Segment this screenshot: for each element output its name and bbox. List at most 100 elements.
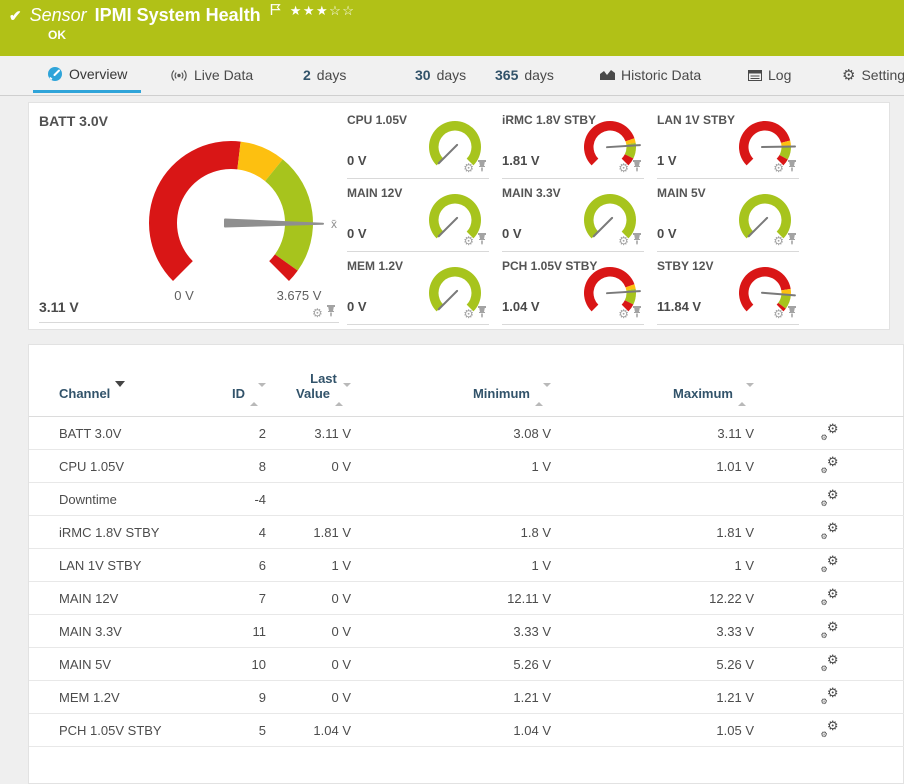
tab-log[interactable]: Log (734, 57, 805, 93)
sensor-status-badge: OK (48, 28, 904, 42)
channel-settings-icon[interactable]: ⚙⚙ (821, 424, 839, 440)
cell-settings: ⚙⚙ (754, 450, 904, 483)
tab-30-days[interactable]: 30days (401, 57, 480, 93)
gauge-needle (439, 291, 457, 309)
gear-icon: ⚙ (821, 697, 828, 706)
pin-icon[interactable] (326, 304, 336, 322)
chart-icon (600, 69, 615, 81)
gear-icon[interactable]: ⚙ (463, 235, 474, 247)
gear-icon[interactable]: ⚙ (618, 235, 629, 247)
gauge-title: CPU 1.05V (347, 113, 407, 127)
channel-settings-icon[interactable]: ⚙⚙ (821, 589, 839, 605)
table-row: iRMC 1.8V STBY41.81 V1.8 V1.81 V⚙⚙ (29, 516, 904, 549)
gauge-tile-main-5v: MAIN 5V0 V⚙ (657, 182, 799, 252)
gauge-scale-max: 3.675 V (267, 288, 331, 303)
gear-icon[interactable]: ⚙ (463, 308, 474, 320)
cell-id: 6 (189, 549, 266, 582)
cell-last-value: 1.81 V (266, 516, 351, 549)
column-header-maximum[interactable]: Maximum (551, 345, 754, 417)
gear-icon[interactable]: ⚙ (618, 308, 629, 320)
tab-label: days (317, 67, 347, 83)
gauge-needle (439, 145, 457, 163)
sort-toggle-icon (535, 387, 551, 402)
gauge-title: STBY 12V (657, 259, 713, 273)
channel-settings-icon[interactable]: ⚙⚙ (821, 622, 839, 638)
pin-icon[interactable] (787, 305, 797, 323)
gear-icon: ⚙ (821, 598, 828, 607)
tab-historic-data[interactable]: Historic Data (586, 57, 715, 93)
channel-settings-icon[interactable]: ⚙⚙ (821, 523, 839, 539)
tab-overview[interactable]: Overview (33, 57, 141, 93)
column-header-minimum[interactable]: Minimum (351, 345, 551, 417)
channel-settings-icon[interactable]: ⚙⚙ (821, 556, 839, 572)
cell-minimum: 12.11 V (351, 582, 551, 615)
pin-icon[interactable] (477, 159, 487, 177)
broadcast-icon (170, 69, 188, 82)
flag-icon[interactable] (270, 3, 282, 21)
tab-label: days (524, 67, 554, 83)
gear-icon[interactable]: ⚙ (618, 162, 629, 174)
gear-icon[interactable]: ⚙ (773, 162, 784, 174)
cell-channel: MAIN 3.3V (29, 615, 189, 648)
column-header-last-value[interactable]: LastValue (266, 345, 351, 417)
cell-settings: ⚙⚙ (754, 516, 904, 549)
column-header-label: LastValue (296, 371, 351, 402)
column-header-settings (754, 345, 904, 417)
cell-maximum: 3.11 V (551, 417, 754, 450)
tab-label: days (437, 67, 467, 83)
cell-minimum: 1 V (351, 450, 551, 483)
column-header-id[interactable]: ID (189, 345, 266, 417)
gauges-panel: BATT 3.0V x̄ 0 V 3.675 V 3.11 V ⚙ CPU 1.… (28, 102, 890, 330)
sensor-kind-label: Sensor (30, 5, 87, 26)
tab-settings[interactable]: ⚙Settings (828, 57, 904, 93)
channel-settings-icon[interactable]: ⚙⚙ (821, 457, 839, 473)
cell-id: 8 (189, 450, 266, 483)
cell-minimum: 1.8 V (351, 516, 551, 549)
tile-icons: ⚙ (618, 159, 642, 177)
tab-number: 365 (495, 67, 518, 83)
gear-icon[interactable]: ⚙ (312, 307, 323, 319)
gear-icon[interactable]: ⚙ (773, 235, 784, 247)
tab-live-data[interactable]: Live Data (156, 57, 267, 93)
tile-icons: ⚙ (773, 305, 797, 323)
sensor-title: IPMI System Health (95, 5, 261, 26)
cell-minimum (351, 483, 551, 516)
column-header-channel[interactable]: Channel (29, 345, 189, 417)
table-row: BATT 3.0V23.11 V3.08 V3.11 V⚙⚙ (29, 417, 904, 450)
gauge-value: 1.04 V (502, 299, 540, 314)
cell-last-value: 3.11 V (266, 417, 351, 450)
cell-maximum: 5.26 V (551, 648, 754, 681)
gear-icon: ⚙ (842, 68, 855, 83)
cell-maximum (551, 483, 754, 516)
gear-icon[interactable]: ⚙ (773, 308, 784, 320)
gear-icon[interactable]: ⚙ (463, 162, 474, 174)
tab-2-days[interactable]: 2days (289, 57, 360, 93)
pin-icon[interactable] (477, 232, 487, 250)
pin-icon[interactable] (787, 232, 797, 250)
star-rating[interactable]: ★★★☆☆ (290, 3, 356, 19)
table-row: Downtime-4⚙⚙ (29, 483, 904, 516)
gauge-value: 0 V (657, 226, 677, 241)
cell-id: 4 (189, 516, 266, 549)
pin-icon[interactable] (477, 305, 487, 323)
gear-icon: ⚙ (827, 718, 839, 734)
channel-settings-icon[interactable]: ⚙⚙ (821, 655, 839, 671)
cell-settings: ⚙⚙ (754, 582, 904, 615)
channels-table-panel: ChannelIDLastValueMinimumMaximum BATT 3.… (28, 344, 904, 784)
channel-settings-icon[interactable]: ⚙⚙ (821, 721, 839, 737)
gauge-average-marker: x̄ (331, 217, 337, 231)
channel-settings-icon[interactable]: ⚙⚙ (821, 688, 839, 704)
cell-id: 11 (189, 615, 266, 648)
gauge-title: MAIN 3.3V (502, 186, 561, 200)
pin-icon[interactable] (632, 305, 642, 323)
channel-settings-icon[interactable]: ⚙⚙ (821, 490, 839, 506)
gauge-title: MEM 1.2V (347, 259, 403, 273)
pin-icon[interactable] (632, 159, 642, 177)
pin-icon[interactable] (632, 232, 642, 250)
table-row: PCH 1.05V STBY51.04 V1.04 V1.05 V⚙⚙ (29, 714, 904, 747)
tab-365-days[interactable]: 365 days (481, 57, 568, 93)
cell-channel: iRMC 1.8V STBY (29, 516, 189, 549)
pin-icon[interactable] (787, 159, 797, 177)
tile-icons: ⚙ (463, 159, 487, 177)
cell-minimum: 1 V (351, 549, 551, 582)
